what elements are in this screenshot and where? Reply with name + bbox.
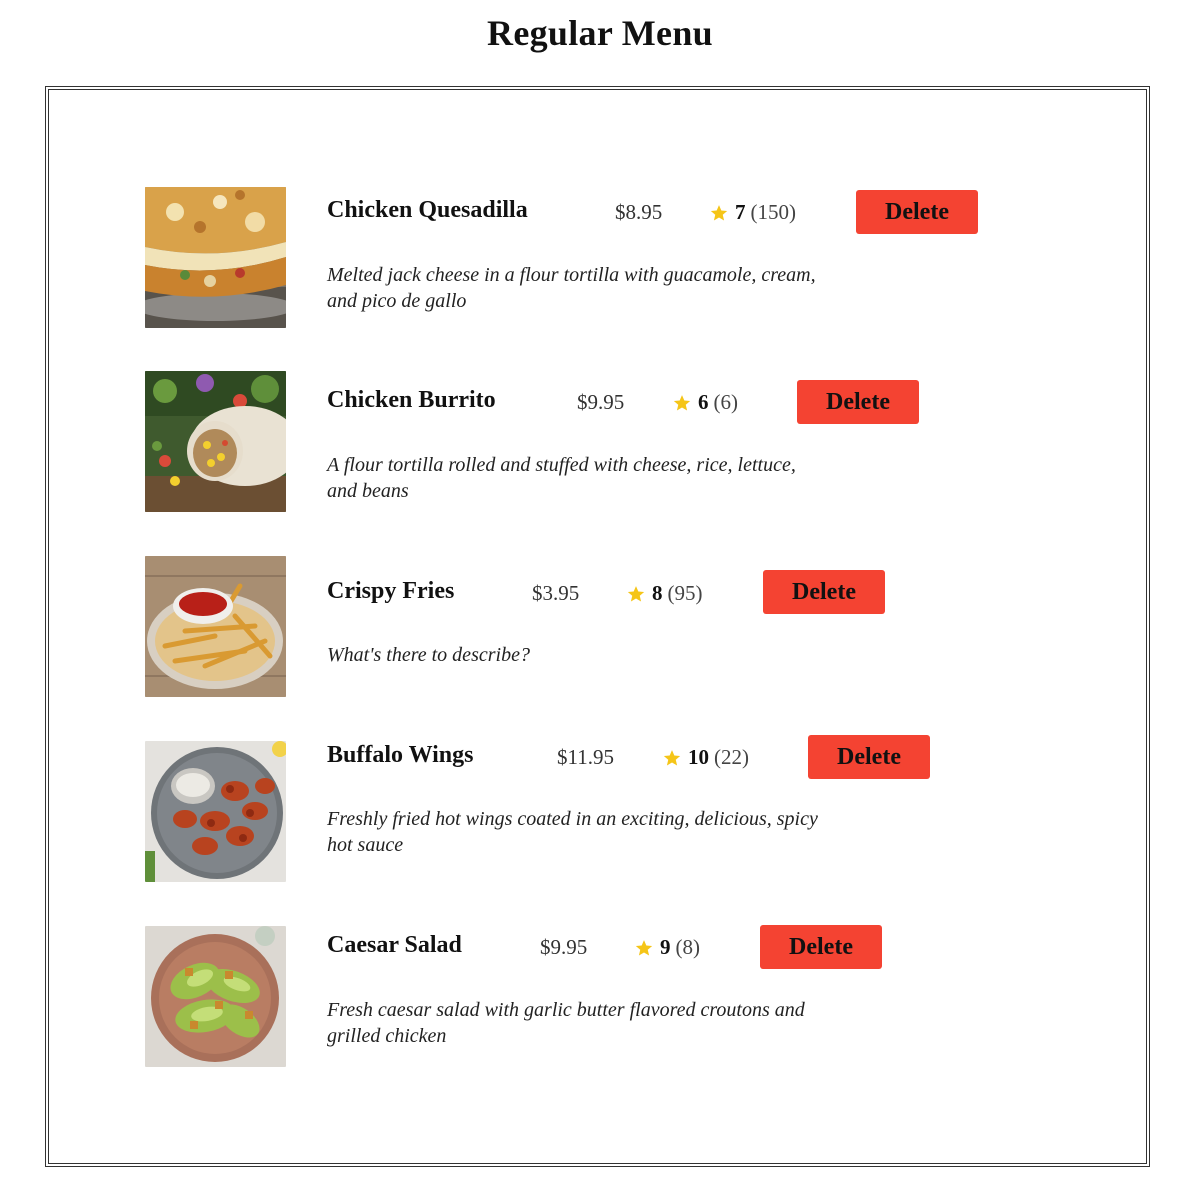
star-icon [627, 585, 645, 601]
rating-value: 10 [688, 745, 709, 769]
star-icon [710, 204, 728, 220]
star-icon [635, 939, 653, 955]
star-icon [663, 749, 681, 765]
menu-item: Crispy Fries $3.95 8 (95) Delete What's … [145, 556, 1045, 697]
item-description: Melted jack cheese in a flour tortilla w… [327, 264, 816, 312]
chicken-quesadilla-image [145, 187, 286, 328]
item-description: A flour tortilla rolled and stuffed with… [327, 454, 796, 502]
delete-button[interactable]: Delete [797, 380, 919, 424]
item-name: Chicken Quesadilla [327, 197, 528, 223]
page-title: Regular Menu [487, 13, 713, 53]
item-price: $8.95 [615, 200, 663, 224]
delete-button[interactable]: Delete [760, 925, 882, 969]
item-rating: 9 (8) [635, 935, 700, 960]
rating-value: 6 [698, 390, 709, 414]
item-price: $9.95 [540, 935, 588, 959]
item-price: $9.95 [577, 390, 625, 414]
item-name: Caesar Salad [327, 932, 462, 958]
menu-item: Chicken Burrito $9.95 6 (6) Delete A flo… [145, 371, 1045, 512]
chicken-burrito-image [145, 371, 286, 512]
caesar-salad-image [145, 926, 286, 1067]
rating-value: 8 [652, 581, 663, 605]
delete-button[interactable]: Delete [808, 735, 930, 779]
crispy-fries-image [145, 556, 286, 697]
item-price: $3.95 [532, 581, 580, 605]
item-name: Crispy Fries [327, 578, 455, 604]
star-icon [673, 394, 691, 410]
menu-item: Caesar Salad $9.95 9 (8) Delete Fresh ca… [145, 925, 1045, 1067]
delete-button[interactable]: Delete [763, 570, 885, 614]
item-description: Freshly fried hot wings coated in an exc… [327, 808, 818, 856]
rating-value: 7 [735, 200, 746, 224]
rating-value: 9 [660, 935, 671, 959]
item-name: Buffalo Wings [327, 742, 474, 768]
item-description: Fresh caesar salad with garlic butter fl… [327, 999, 805, 1047]
review-count: (8) [675, 935, 701, 959]
item-rating: 10 (22) [663, 745, 749, 770]
item-rating: 8 (95) [627, 581, 703, 606]
review-count: (22) [714, 745, 749, 769]
menu-item: Buffalo Wings $11.95 10 (22) Delete Fres… [145, 735, 1045, 882]
delete-button[interactable]: Delete [856, 190, 978, 234]
item-rating: 7 (150) [710, 200, 796, 225]
review-count: (150) [750, 200, 797, 224]
item-description: What's there to describe? [327, 644, 530, 666]
review-count: (95) [667, 581, 703, 605]
item-name: Chicken Burrito [327, 387, 496, 413]
review-count: (6) [713, 390, 739, 414]
item-price: $11.95 [557, 745, 614, 769]
buffalo-wings-image [145, 741, 286, 882]
menu-item: Chicken Quesadilla $8.95 7 (150) Delete … [145, 187, 1045, 328]
item-rating: 6 (6) [673, 390, 738, 415]
